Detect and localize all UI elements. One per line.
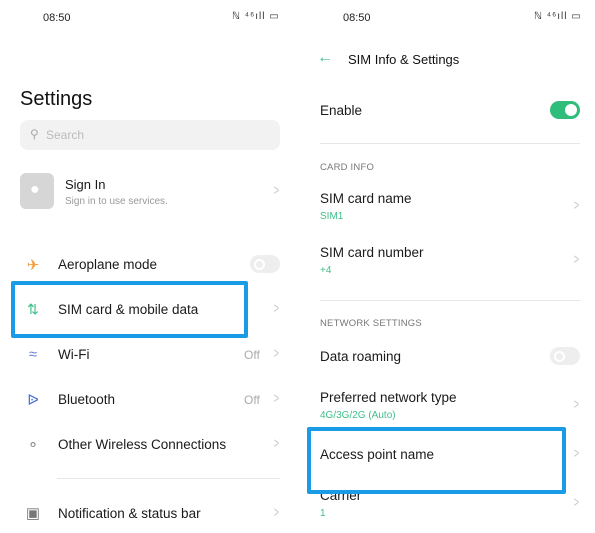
sign-in-title[interactable]: Sign In <box>65 177 105 192</box>
search-placeholder: Search <box>46 128 85 142</box>
status-time: 08:50 <box>43 12 71 24</box>
notification-icon: ▣ <box>25 505 41 522</box>
preferred-network-value: 4G/3G/2G (Auto) <box>320 410 396 421</box>
sim-card-name[interactable]: SIM card name <box>320 191 412 206</box>
airplane-icon: ✈ <box>26 257 40 274</box>
status-icons: ℕ ⁴⁶ıll ▭ <box>232 11 280 22</box>
sign-in-subtitle: Sign in to use services. <box>65 196 168 207</box>
chevron-right-icon: > <box>273 182 280 199</box>
chevron-right-icon: > <box>273 345 280 362</box>
highlight-box <box>11 281 248 338</box>
chevron-right-icon: > <box>573 251 580 268</box>
chevron-right-icon: > <box>273 435 280 452</box>
divider <box>57 478 280 479</box>
item-bluetooth[interactable]: Bluetooth <box>58 392 115 407</box>
network-settings-header: NETWORK SETTINGS <box>320 318 422 329</box>
bluetooth-icon: ᐉ <box>27 392 39 409</box>
status-time: 08:50 <box>343 12 371 24</box>
carrier-value: 1 <box>320 508 326 519</box>
item-wifi[interactable]: Wi-Fi <box>58 347 89 362</box>
aeroplane-toggle[interactable] <box>250 255 280 273</box>
chevron-right-icon: > <box>273 300 280 317</box>
card-info-header: CARD INFO <box>320 162 375 173</box>
sim-card-number[interactable]: SIM card number <box>320 245 424 260</box>
search-icon: ⚲ <box>30 127 39 141</box>
back-arrow-icon[interactable]: ← <box>317 49 333 67</box>
item-aeroplane-mode[interactable]: Aeroplane mode <box>58 257 157 272</box>
divider <box>320 143 580 144</box>
bluetooth-status: Off <box>244 393 260 407</box>
sim-card-name-value: SIM1 <box>320 211 344 222</box>
wifi-status: Off <box>244 348 260 362</box>
access-point-name-text[interactable]: Access point name <box>320 447 434 462</box>
data-roaming-label: Data roaming <box>320 349 402 364</box>
divider <box>320 300 580 301</box>
screen-title: SIM Info & Settings <box>348 52 460 67</box>
chevron-right-icon: > <box>573 445 580 462</box>
enable-toggle[interactable] <box>550 101 580 119</box>
item-other-wireless[interactable]: Other Wireless Connections <box>58 437 226 452</box>
preferred-network-type[interactable]: Preferred network type <box>320 390 457 405</box>
sim-card-number-value: +4 <box>320 265 332 276</box>
page-title: Settings <box>20 88 93 110</box>
wifi-icon: ≈ <box>28 346 38 363</box>
status-icons: ℕ ⁴⁶ıll ▭ <box>534 11 582 22</box>
connections-icon: ⚬ <box>26 437 40 454</box>
chevron-right-icon: > <box>273 504 280 521</box>
chevron-right-icon: > <box>573 197 580 214</box>
avatar[interactable]: ● <box>20 173 54 209</box>
data-roaming-toggle[interactable] <box>550 347 580 365</box>
chevron-right-icon: > <box>273 390 280 407</box>
enable-label: Enable <box>320 103 363 118</box>
search-input[interactable]: ⚲ Search <box>20 120 280 150</box>
item-notification[interactable]: Notification & status bar <box>58 506 201 521</box>
chevron-right-icon: > <box>573 396 580 413</box>
chevron-right-icon: > <box>573 494 580 511</box>
user-icon: ● <box>30 181 40 198</box>
